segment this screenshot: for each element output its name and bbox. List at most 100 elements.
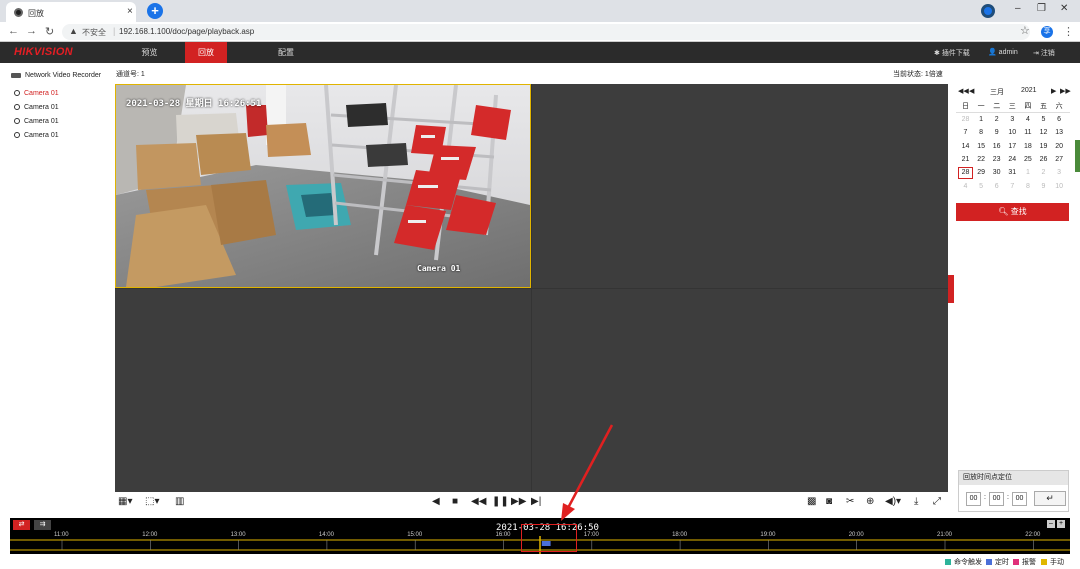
nav-preview[interactable]: 预览: [127, 42, 172, 63]
prev-month-icon[interactable]: ◀: [969, 87, 974, 95]
calendar-day[interactable]: 14: [958, 141, 973, 153]
plugin-download-link[interactable]: ✱ 插件下载: [934, 48, 970, 58]
locate-go-button[interactable]: ↵: [1034, 491, 1066, 506]
browser-tab[interactable]: 回放 ×: [6, 2, 136, 22]
calendar-day[interactable]: 30: [989, 167, 1004, 179]
tab-close-icon[interactable]: ×: [127, 6, 133, 17]
download-icon[interactable]: ⤓: [914, 496, 918, 507]
calendar-day[interactable]: 17: [1005, 141, 1020, 153]
camera-node[interactable]: Camera 01: [14, 104, 59, 111]
profile-icon[interactable]: [981, 4, 995, 18]
video-window-4[interactable]: [532, 289, 948, 492]
calendar-day[interactable]: 19: [1036, 141, 1051, 153]
single-frame-icon[interactable]: ▶|: [531, 496, 541, 507]
nav-config[interactable]: 配置: [265, 42, 307, 63]
calendar-day[interactable]: 2: [989, 114, 1004, 126]
user-menu[interactable]: 👤 admin: [988, 48, 1018, 56]
calendar-day[interactable]: 6: [989, 181, 1004, 193]
pause-icon[interactable]: ❚❚: [492, 496, 509, 507]
calendar-day[interactable]: 9: [989, 127, 1004, 139]
calendar-day[interactable]: 1: [1020, 167, 1035, 179]
reverse-play-icon[interactable]: ◀: [432, 496, 440, 507]
stop-all-icon[interactable]: ▩: [807, 496, 816, 507]
nav-playback[interactable]: 回放: [185, 42, 227, 63]
calendar-day[interactable]: 21: [958, 154, 973, 166]
back-icon[interactable]: ←: [8, 25, 19, 37]
calendar-day[interactable]: 2: [1036, 167, 1051, 179]
calendar-month[interactable]: 三月: [990, 87, 1004, 97]
calendar-day[interactable]: 22: [974, 154, 989, 166]
collapse-panel-handle[interactable]: [948, 275, 954, 303]
window-split-icon[interactable]: ▦▾: [118, 496, 132, 507]
capture-icon[interactable]: ◙: [826, 496, 832, 507]
calendar-day[interactable]: 11: [1020, 127, 1035, 139]
calendar-day[interactable]: 23: [989, 154, 1004, 166]
search-button[interactable]: 🔍︎ 查找: [956, 203, 1069, 221]
camera-node[interactable]: Camera 01: [14, 90, 59, 97]
calendar-day[interactable]: 24: [1005, 154, 1020, 166]
calendar-day[interactable]: 20: [1052, 141, 1067, 153]
hour-input[interactable]: 00: [966, 492, 981, 506]
extension-icon[interactable]: 享: [1041, 26, 1053, 38]
calendar-day[interactable]: 3: [1052, 167, 1067, 179]
calendar-day[interactable]: 16: [989, 141, 1004, 153]
stream-info-icon[interactable]: ▥: [175, 496, 184, 507]
new-tab-button[interactable]: +: [147, 3, 163, 19]
digital-zoom-icon[interactable]: ⊕: [866, 496, 874, 507]
minute-input[interactable]: 00: [989, 492, 1004, 506]
camera-node[interactable]: Camera 01: [14, 132, 59, 139]
calendar-day[interactable]: 8: [1020, 181, 1035, 193]
calendar-day[interactable]: 10: [1052, 181, 1067, 193]
bookmark-star-icon[interactable]: ☆: [1020, 24, 1030, 37]
video-window-1[interactable]: 2021-03-28 星期日 16:26:51 Camera 01: [115, 84, 531, 288]
calendar-day[interactable]: 31: [1005, 167, 1020, 179]
calendar-day[interactable]: 12: [1036, 127, 1051, 139]
camera-node[interactable]: Camera 01: [14, 118, 59, 125]
second-input[interactable]: 00: [1012, 492, 1027, 506]
slow-forward-icon[interactable]: ◀◀: [471, 496, 486, 507]
calendar-day[interactable]: 28: [958, 114, 973, 126]
prev-year-icon[interactable]: ◀◀: [958, 87, 969, 95]
nvr-node[interactable]: Network Video Recorder: [11, 72, 101, 79]
volume-icon[interactable]: ◀)▾: [885, 496, 901, 507]
calendar-day[interactable]: 8: [974, 127, 989, 139]
calendar-day[interactable]: 5: [974, 181, 989, 193]
fast-forward-icon[interactable]: ▶▶: [511, 496, 526, 507]
browser-menu-icon[interactable]: ⋮: [1063, 25, 1074, 38]
video-window-2[interactable]: [532, 84, 948, 288]
calendar-day[interactable]: 28: [958, 167, 973, 180]
calendar-day[interactable]: 26: [1036, 154, 1051, 166]
calendar-day[interactable]: 10: [1005, 127, 1020, 139]
calendar-day[interactable]: 27: [1052, 154, 1067, 166]
calendar-day[interactable]: 3: [1005, 114, 1020, 126]
logout-link[interactable]: ⇥ 注销: [1033, 48, 1055, 58]
next-month-icon[interactable]: ▶: [1051, 87, 1056, 95]
fullscreen-icon[interactable]: ⤢: [933, 496, 941, 507]
calendar-day[interactable]: 29: [974, 167, 989, 179]
calendar-day[interactable]: 9: [1036, 181, 1051, 193]
url-input[interactable]: ▲ 不安全 | 192.168.1.100/doc/page/playback.…: [62, 24, 1030, 40]
calendar-day[interactable]: 7: [1005, 181, 1020, 193]
maximize-icon[interactable]: ❐: [1037, 3, 1046, 14]
calendar-day[interactable]: 15: [974, 141, 989, 153]
calendar-day[interactable]: 25: [1020, 154, 1035, 166]
calendar-day[interactable]: 1: [974, 114, 989, 126]
reload-icon[interactable]: ↻: [45, 25, 54, 38]
stop-icon[interactable]: ■: [452, 496, 458, 507]
calendar-day[interactable]: 7: [958, 127, 973, 139]
video-window-3[interactable]: [115, 289, 531, 492]
calendar-day[interactable]: 4: [958, 181, 973, 193]
window-layout-icon[interactable]: ⬚▾: [145, 496, 159, 507]
calendar-day[interactable]: 5: [1036, 114, 1051, 126]
minimize-icon[interactable]: –: [1015, 3, 1021, 14]
calendar-day[interactable]: 18: [1020, 141, 1035, 153]
page-scroll-indicator[interactable]: [1075, 140, 1080, 172]
forward-icon[interactable]: →: [26, 25, 37, 37]
close-window-icon[interactable]: ✕: [1060, 3, 1068, 14]
calendar-day[interactable]: 4: [1020, 114, 1035, 126]
calendar-day[interactable]: 6: [1052, 114, 1067, 126]
calendar-day[interactable]: 13: [1052, 127, 1067, 139]
next-year-icon[interactable]: ▶▶: [1060, 87, 1071, 95]
calendar-year[interactable]: 2021: [1021, 87, 1037, 94]
clip-icon[interactable]: ✂: [846, 496, 854, 507]
